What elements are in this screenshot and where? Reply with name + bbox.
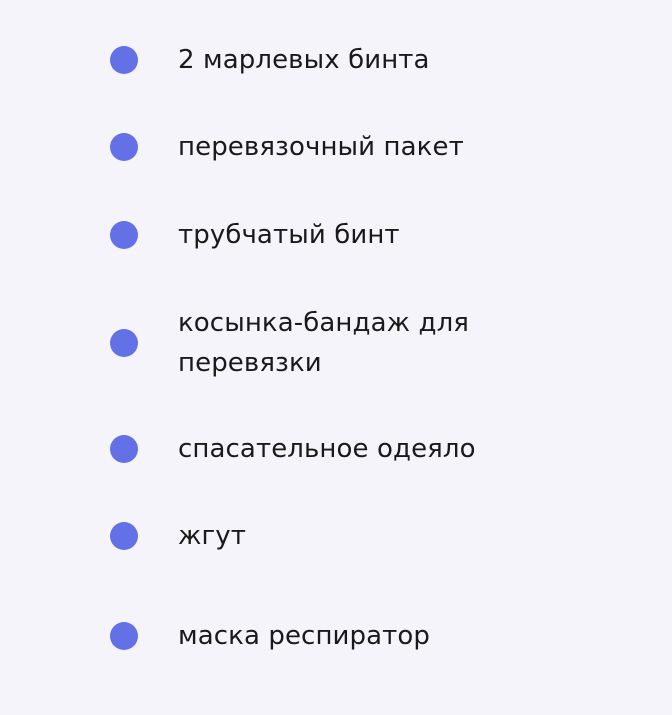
bullet-dot-icon xyxy=(110,435,138,463)
bullet-dot-icon xyxy=(110,46,138,74)
list-item: жгут xyxy=(110,516,612,556)
list-item-label: спасательное одеяло xyxy=(178,434,476,464)
list-item: трубчатый бинт xyxy=(110,215,612,255)
list-item-label: жгут xyxy=(178,521,247,551)
list-item: перевязочный пакет xyxy=(110,127,612,167)
list-item-label: трубчатый бинт xyxy=(178,220,400,250)
bullet-dot-icon xyxy=(110,221,138,249)
list-item: маска респиратор xyxy=(110,616,612,656)
list-item-label: маска респиратор xyxy=(178,621,431,651)
first-aid-list: 2 марлевых бинта перевязочный пакет труб… xyxy=(0,0,672,715)
list-item-label: перевязочный пакет xyxy=(178,132,464,162)
list-item: косынка-бандаж для перевязки xyxy=(110,303,612,383)
list-item-label: косынка-бандаж для перевязки xyxy=(178,308,470,378)
bullet-dot-icon xyxy=(110,133,138,161)
list-item-label: 2 марлевых бинта xyxy=(178,45,430,75)
list-item: 2 марлевых бинта xyxy=(110,40,612,80)
list-item: спасательное одеяло xyxy=(110,429,612,469)
bullet-dot-icon xyxy=(110,522,138,550)
bullet-dot-icon xyxy=(110,622,138,650)
bullet-dot-icon xyxy=(110,329,138,357)
